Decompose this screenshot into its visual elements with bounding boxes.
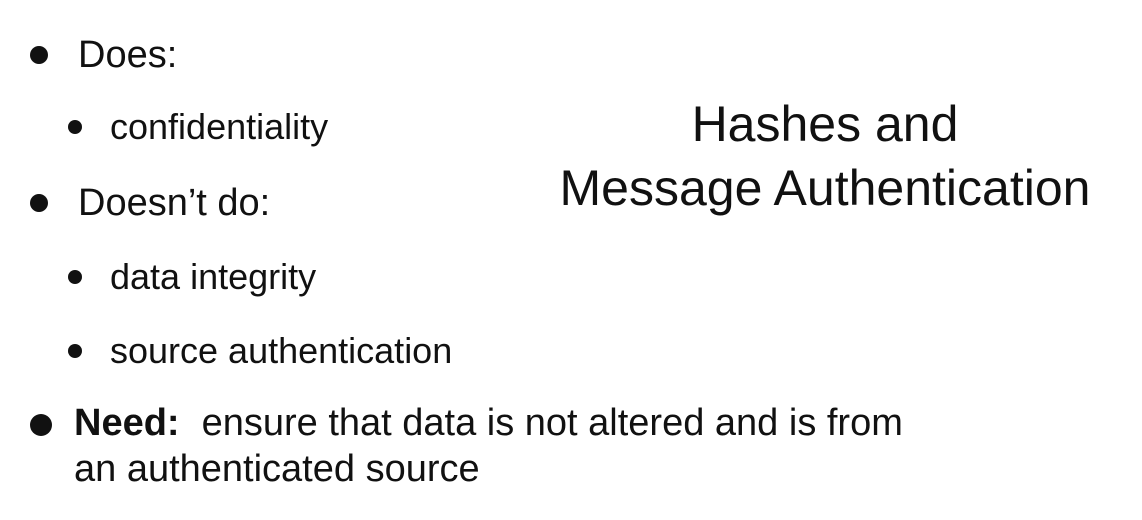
bullet-data-integrity: data integrity — [68, 252, 316, 302]
bullet-text: data integrity — [110, 256, 317, 297]
slide: Hashes and Message Authentication Does: … — [0, 0, 1142, 520]
bullet-dot — [30, 414, 52, 436]
bullet-dot — [30, 46, 48, 64]
bullet-dot — [68, 270, 82, 284]
bullet-text: Doesn’t do: — [78, 181, 271, 224]
bullet-dot — [68, 344, 82, 358]
bullet-source-authentication: source authentication — [68, 326, 452, 376]
bullet-doesnt-do: Doesn’t do: — [30, 178, 270, 228]
bullet-dot — [68, 120, 82, 134]
bullet-text: Does: — [78, 33, 178, 76]
bullet-does: Does: — [30, 30, 177, 80]
need-text: Need: ensure that data is not altered and… — [74, 400, 1094, 492]
bullet-dot — [30, 194, 48, 212]
title-line-1: Hashes and — [691, 96, 959, 152]
need-line-1: ensure that data is not altered and is f… — [201, 402, 903, 444]
bullet-text: confidentiality — [110, 106, 329, 147]
title-line-2: Message Authentication — [559, 160, 1091, 216]
need-line-2: an authenticated source — [74, 448, 480, 490]
bullet-confidentiality: confidentiality — [68, 102, 328, 152]
bullet-text: source authentication — [110, 330, 453, 371]
need-label: Need: — [74, 402, 180, 444]
slide-title: Hashes and Message Authentication — [520, 92, 1130, 220]
